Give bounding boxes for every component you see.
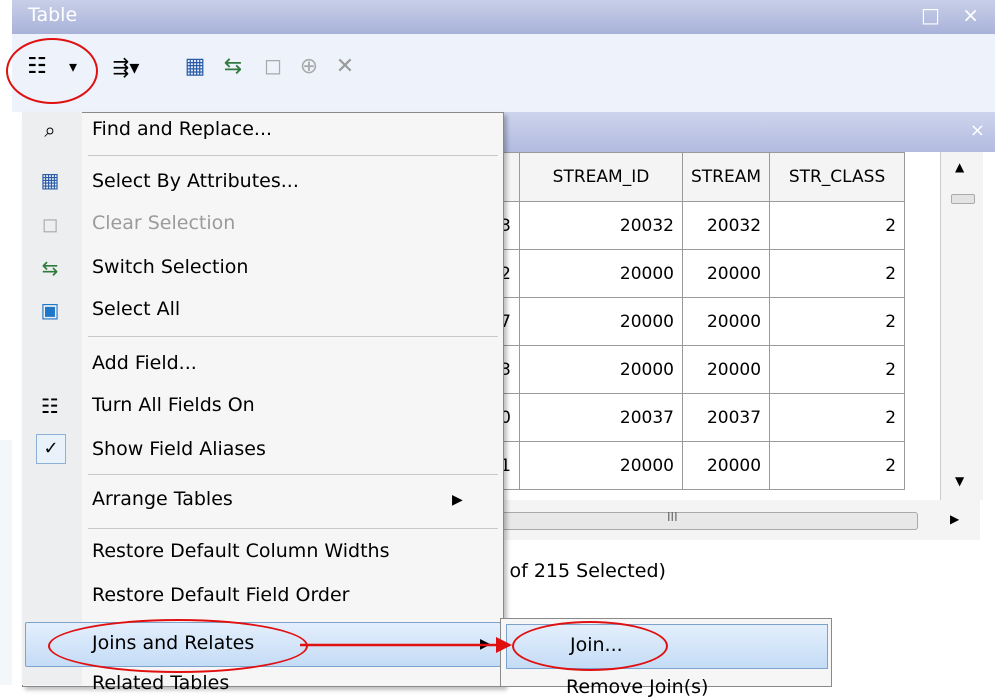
menu-item-arrange-tables[interactable]: Arrange Tables bbox=[92, 488, 233, 510]
table-row[interactable]: 3 20032 20032 2 bbox=[490, 201, 906, 250]
delete-icon[interactable]: ✕ bbox=[330, 52, 360, 82]
menu-item-restore-field-order[interactable]: Restore Default Field Order bbox=[92, 584, 349, 606]
table-cell: 20000 bbox=[519, 441, 683, 490]
column-header[interactable]: STREAM_ID bbox=[519, 152, 683, 202]
annotation-arrow bbox=[300, 637, 512, 653]
select-by-attributes-icon: ▦ bbox=[40, 168, 60, 192]
submenu-arrow-icon: ▶ bbox=[452, 492, 463, 508]
menu-separator bbox=[88, 528, 498, 529]
check-icon: ✓ bbox=[36, 434, 66, 464]
select-all-icon: ▣ bbox=[40, 298, 60, 322]
scroll-up-icon[interactable]: ▲ bbox=[955, 160, 964, 174]
column-header[interactable]: STR_CLASS bbox=[769, 152, 906, 202]
table-cell: 20000 bbox=[681, 441, 771, 490]
close-icon[interactable]: × bbox=[970, 120, 985, 141]
column-header[interactable]: STREAM bbox=[681, 152, 771, 202]
fields-icon: ☷ bbox=[41, 394, 59, 418]
menu-item-add-field[interactable]: Add Field... bbox=[92, 352, 197, 374]
switch-selection-icon: ⇆ bbox=[41, 256, 59, 280]
table-cell: 20000 bbox=[681, 345, 771, 394]
table-cell: 2 bbox=[769, 297, 906, 346]
menu-item-turn-all-fields-on[interactable]: Turn All Fields On bbox=[92, 394, 255, 416]
menu-item-select-by-attributes[interactable]: Select By Attributes... bbox=[92, 170, 299, 192]
left-strip bbox=[0, 440, 12, 685]
menu-item-show-field-aliases[interactable]: Show Field Aliases bbox=[92, 438, 266, 460]
table-cell: 2 bbox=[769, 249, 906, 298]
table-row[interactable]: 0 20037 20037 2 bbox=[490, 393, 906, 442]
table-cell: 20000 bbox=[519, 297, 683, 346]
menu-item-select-all[interactable]: Select All bbox=[92, 298, 180, 320]
table-cell: 2 bbox=[769, 441, 906, 490]
table-cell: 20037 bbox=[519, 393, 683, 442]
scroll-down-icon[interactable]: ▼ bbox=[955, 474, 964, 488]
clear-selection-icon[interactable]: ◻ bbox=[258, 52, 288, 82]
table-cell: 20000 bbox=[519, 249, 683, 298]
menu-separator bbox=[88, 474, 498, 475]
menu-separator bbox=[88, 155, 498, 156]
scroll-grip: III bbox=[667, 510, 678, 524]
table-cell: 20000 bbox=[519, 345, 683, 394]
attribute-table: STREAM_ID STREAM STR_CLASS 3 20032 20032… bbox=[490, 152, 906, 490]
scroll-thumb[interactable]: III bbox=[502, 510, 918, 530]
zoom-selected-icon[interactable]: ⊕ bbox=[294, 52, 324, 82]
scroll-thumb[interactable] bbox=[951, 194, 975, 204]
table-row[interactable]: 3 20000 20000 2 bbox=[490, 345, 906, 394]
select-by-attributes-icon[interactable]: ▦ bbox=[180, 52, 210, 82]
annotation-circle bbox=[512, 621, 668, 671]
menu-item-restore-column-widths[interactable]: Restore Default Column Widths bbox=[92, 540, 390, 562]
clear-selection-icon: ◻ bbox=[41, 212, 59, 236]
table-cell: 2 bbox=[769, 393, 906, 442]
window-title: Table bbox=[28, 4, 78, 26]
menu-item-clear-selection: Clear Selection bbox=[92, 212, 236, 234]
menu-item-related-tables[interactable]: Related Tables bbox=[92, 672, 229, 694]
table-tab-bar: × bbox=[490, 112, 995, 152]
menu-item-find-replace[interactable]: Find and Replace... bbox=[92, 118, 272, 140]
table-row[interactable]: 1 20000 20000 2 bbox=[490, 441, 906, 490]
submenu-item-remove-join[interactable]: Remove Join(s) bbox=[566, 676, 708, 698]
table-cell: 20037 bbox=[681, 393, 771, 442]
binoculars-icon: ⌕ bbox=[44, 118, 56, 142]
window-title-bar[interactable]: Table □ × bbox=[12, 0, 995, 34]
table-cell: 20032 bbox=[519, 201, 683, 250]
table-cell: 20032 bbox=[681, 201, 771, 250]
selection-status: t of 215 Selected) bbox=[496, 560, 666, 582]
window-controls[interactable]: □ × bbox=[921, 3, 987, 27]
annotation-circle bbox=[48, 619, 308, 673]
related-tables-icon[interactable]: ⇶▾ bbox=[102, 52, 150, 82]
vertical-scrollbar[interactable]: ▲ ▼ bbox=[940, 152, 983, 500]
toolbar bbox=[12, 34, 995, 112]
table-cell: 2 bbox=[769, 201, 906, 250]
scroll-right-icon[interactable]: ▶ bbox=[950, 512, 959, 526]
table-cell: 20000 bbox=[681, 297, 771, 346]
table-cell: 2 bbox=[769, 345, 906, 394]
menu-item-switch-selection[interactable]: Switch Selection bbox=[92, 256, 248, 278]
table-cell: 20000 bbox=[681, 249, 771, 298]
table-row[interactable]: 2 20000 20000 2 bbox=[490, 249, 906, 298]
switch-selection-icon[interactable]: ⇆ bbox=[218, 52, 248, 82]
menu-separator bbox=[88, 336, 498, 337]
table-row[interactable]: 7 20000 20000 2 bbox=[490, 297, 906, 346]
annotation-circle bbox=[6, 38, 98, 104]
